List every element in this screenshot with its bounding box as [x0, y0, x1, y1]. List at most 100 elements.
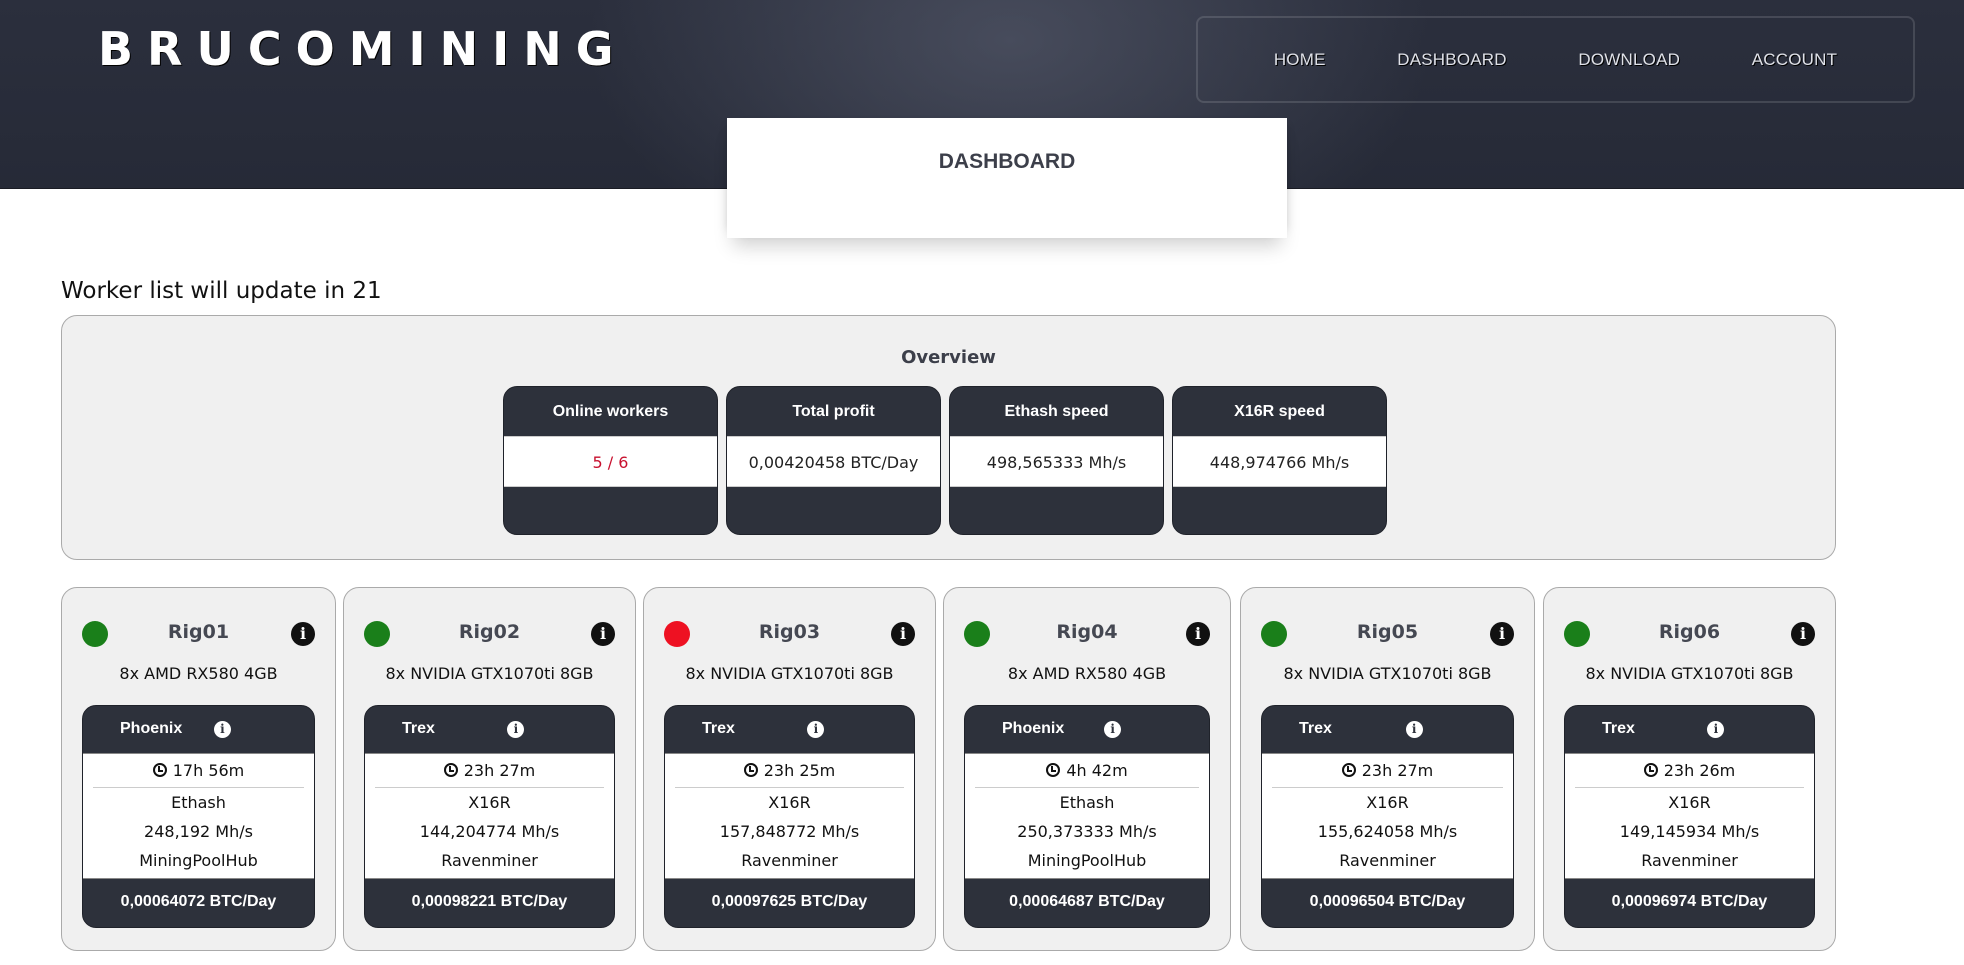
- clock-icon: [152, 763, 167, 777]
- info-icon[interactable]: i: [1490, 622, 1514, 646]
- rig-profit: 0,00098221 BTC/Day: [411, 893, 568, 910]
- pool: Ravenminer: [1641, 851, 1738, 870]
- rig-gpu: 8x NVIDIA GTX1070ti 8GB: [1585, 664, 1794, 683]
- algorithm: X16R: [768, 793, 811, 812]
- miner-name: Trex: [1299, 720, 1332, 737]
- miner-card: Trex i 23h 27m X16R 144,204774 Mh/s Rave…: [364, 705, 615, 928]
- miner-details: 23h 27m X16R 155,624058 Mh/s Ravenminer: [1262, 753, 1513, 879]
- rig-profit: 0,00064072 BTC/Day: [120, 893, 277, 910]
- rig-card: Rig03 i 8x NVIDIA GTX1070ti 8GB Trex i 2…: [643, 587, 936, 951]
- rig-profit: 0,00064687 BTC/Day: [1009, 893, 1165, 910]
- miner-name: Phoenix: [120, 720, 183, 737]
- hashrate: 250,373333 Mh/s: [1017, 822, 1157, 841]
- pool: Ravenminer: [1339, 851, 1436, 870]
- nav-dashboard[interactable]: DASHBOARD: [1397, 50, 1507, 70]
- stat-total-profit: Total profit 0,00420458 BTC/Day: [726, 386, 941, 535]
- uptime: 4h 42m: [975, 754, 1199, 788]
- rig-card: Rig06 i 8x NVIDIA GTX1070ti 8GB Trex i 2…: [1543, 587, 1836, 951]
- uptime-value: 17h 56m: [172, 761, 245, 780]
- rig-card: Rig05 i 8x NVIDIA GTX1070ti 8GB Trex i 2…: [1240, 587, 1535, 951]
- stat-value: 0,00420458 BTC/Day: [727, 436, 940, 487]
- hashrate: 157,848772 Mh/s: [719, 822, 860, 841]
- clock-icon: [443, 763, 458, 777]
- miner-info-icon[interactable]: i: [1104, 721, 1122, 738]
- uptime: 23h 26m: [1575, 754, 1804, 788]
- miner-name: Trex: [702, 720, 735, 737]
- pool: Ravenminer: [441, 851, 538, 870]
- miner-info-icon[interactable]: i: [1707, 721, 1725, 738]
- miner-card: Trex i 23h 25m X16R 157,848772 Mh/s Rave…: [664, 705, 915, 928]
- rig-card: Rig02 i 8x NVIDIA GTX1070ti 8GB Trex i 2…: [343, 587, 636, 951]
- algorithm: X16R: [1366, 793, 1409, 812]
- miner-info-icon[interactable]: i: [507, 721, 525, 738]
- hashrate: 149,145934 Mh/s: [1619, 822, 1760, 841]
- info-icon[interactable]: i: [591, 622, 615, 646]
- miner-name: Trex: [1602, 720, 1635, 737]
- miner-header: Trex i: [365, 706, 614, 753]
- uptime: 23h 25m: [675, 754, 904, 788]
- miner-details: 17h 56m Ethash 248,192 Mh/s MiningPoolHu…: [83, 753, 314, 879]
- overview-title: Overview: [901, 347, 996, 368]
- stat-value: 5 / 6: [504, 436, 717, 487]
- info-icon[interactable]: i: [891, 622, 915, 646]
- miner-info-icon[interactable]: i: [807, 721, 825, 738]
- main-nav: HOME DASHBOARD DOWNLOAD ACCOUNT: [1196, 16, 1915, 103]
- hashrate: 144,204774 Mh/s: [419, 822, 560, 841]
- site-logo[interactable]: BRUCOMINING: [98, 22, 627, 76]
- algorithm: X16R: [1668, 793, 1711, 812]
- nav-download[interactable]: DOWNLOAD: [1578, 50, 1680, 70]
- rig-card: Rig04 i 8x AMD RX580 4GB Phoenix i 4h 42…: [943, 587, 1231, 951]
- uptime-value: 23h 26m: [1663, 761, 1736, 780]
- miner-header: Trex i: [1262, 706, 1513, 753]
- uptime: 17h 56m: [93, 754, 304, 788]
- overview-panel: Overview Online workers 5 / 6 Total prof…: [61, 315, 1836, 560]
- nav-home[interactable]: HOME: [1274, 50, 1326, 70]
- stat-label: Ethash speed: [1004, 403, 1109, 420]
- algorithm: Ethash: [1059, 793, 1115, 812]
- clock-icon: [743, 763, 758, 777]
- rig-card: Rig01 i 8x AMD RX580 4GB Phoenix i 17h 5…: [61, 587, 336, 951]
- clock-icon: [1046, 763, 1061, 777]
- stat-label: Online workers: [552, 403, 669, 420]
- miner-card: Trex i 23h 27m X16R 155,624058 Mh/s Rave…: [1261, 705, 1514, 928]
- hashrate: 155,624058 Mh/s: [1317, 822, 1458, 841]
- miner-info-icon[interactable]: i: [213, 721, 231, 738]
- clock-icon: [1643, 763, 1658, 777]
- rig-gpu: 8x NVIDIA GTX1070ti 8GB: [1283, 664, 1492, 683]
- uptime: 23h 27m: [375, 754, 604, 788]
- stat-online-workers: Online workers 5 / 6: [503, 386, 718, 535]
- stat-label: X16R speed: [1234, 403, 1325, 420]
- pool: MiningPoolHub: [1027, 851, 1147, 870]
- hashrate: 248,192 Mh/s: [144, 822, 253, 841]
- miner-name: Trex: [402, 720, 435, 737]
- stat-value: 498,565333 Mh/s: [950, 436, 1163, 487]
- miner-header: Phoenix i: [83, 706, 314, 753]
- info-icon[interactable]: i: [1791, 622, 1815, 646]
- nav-account[interactable]: ACCOUNT: [1752, 50, 1837, 70]
- uptime-value: 4h 42m: [1066, 761, 1128, 780]
- stat-x16r-speed: X16R speed 448,974766 Mh/s: [1172, 386, 1387, 535]
- rig-profit: 0,00096504 BTC/Day: [1309, 893, 1466, 910]
- miner-header: Trex i: [1565, 706, 1814, 753]
- miner-details: 23h 27m X16R 144,204774 Mh/s Ravenminer: [365, 753, 614, 879]
- stat-value: 448,974766 Mh/s: [1173, 436, 1386, 487]
- stat-ethash-speed: Ethash speed 498,565333 Mh/s: [949, 386, 1164, 535]
- algorithm: Ethash: [171, 793, 226, 812]
- pool: Ravenminer: [741, 851, 838, 870]
- uptime: 23h 27m: [1272, 754, 1503, 788]
- info-icon[interactable]: i: [291, 622, 315, 646]
- page-title-tab: DASHBOARD: [727, 118, 1287, 238]
- miner-details: 23h 26m X16R 149,145934 Mh/s Ravenminer: [1565, 753, 1814, 879]
- rig-gpu: 8x AMD RX580 4GB: [1007, 664, 1167, 683]
- uptime-value: 23h 27m: [463, 761, 536, 780]
- miner-header: Phoenix i: [965, 706, 1209, 753]
- rig-gpu: 8x NVIDIA GTX1070ti 8GB: [385, 664, 594, 683]
- algorithm: X16R: [468, 793, 511, 812]
- miner-info-icon[interactable]: i: [1405, 721, 1423, 738]
- rig-gpu: 8x NVIDIA GTX1070ti 8GB: [685, 664, 894, 683]
- info-icon[interactable]: i: [1186, 622, 1210, 646]
- miner-details: 23h 25m X16R 157,848772 Mh/s Ravenminer: [665, 753, 914, 879]
- update-countdown: Worker list will update in 21: [61, 278, 382, 304]
- stat-label: Total profit: [792, 403, 875, 420]
- pool: MiningPoolHub: [139, 851, 258, 870]
